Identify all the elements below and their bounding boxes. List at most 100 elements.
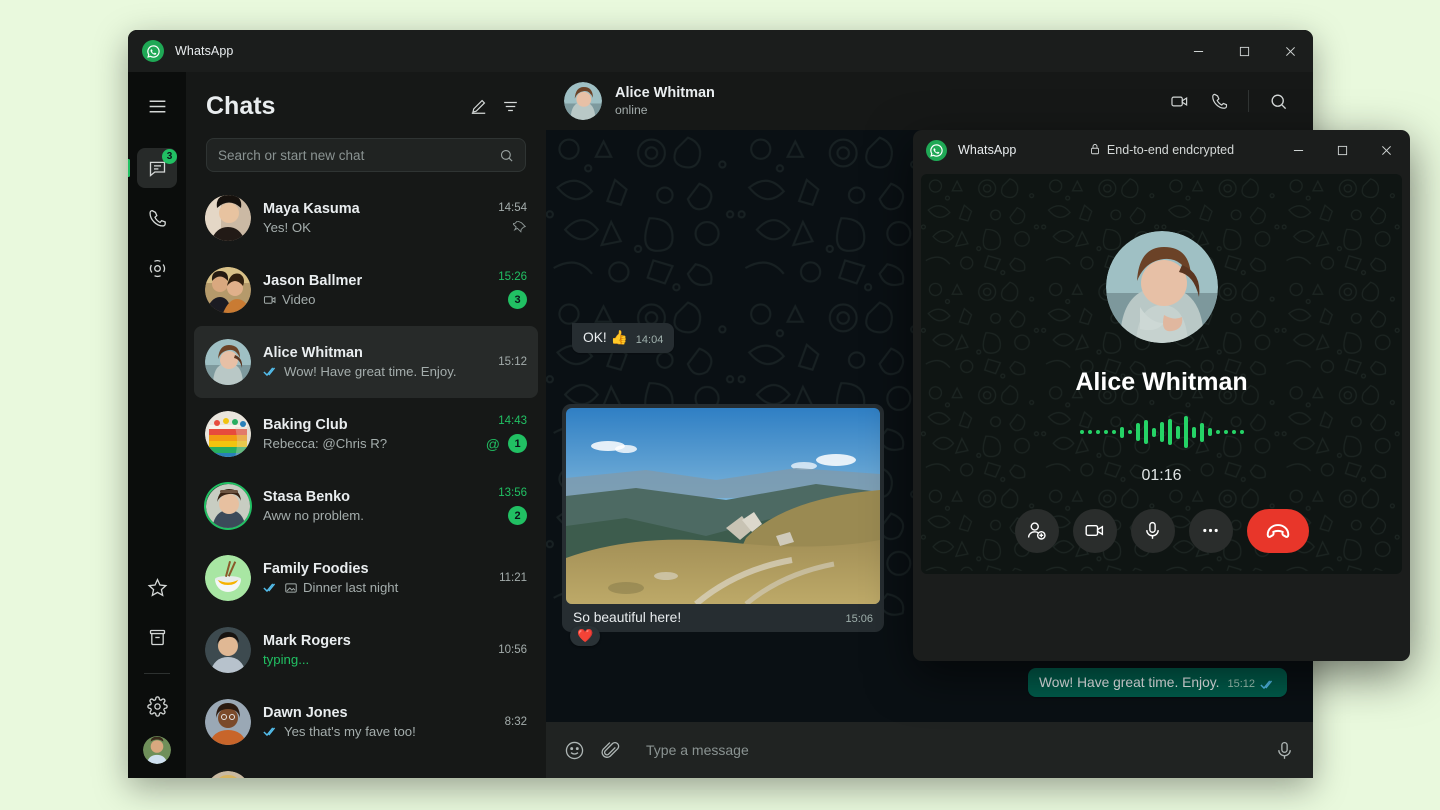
preview-text: Aww no problem. (263, 508, 364, 523)
message-time: 15:12 (1227, 678, 1255, 690)
call-maximize-button[interactable] (1320, 130, 1364, 170)
chat-time: 15:26 (498, 271, 527, 283)
rail-item-chats[interactable]: 3 (137, 148, 177, 188)
end-call-icon[interactable] (1247, 509, 1309, 553)
window-titlebar: WhatsApp (128, 30, 1313, 72)
chat-summary: Dawn Jones Yes that's my fave too! (263, 705, 493, 739)
waveform-bar (1232, 430, 1236, 434)
chat-flags: @ 1 (486, 434, 527, 453)
call-minimize-button[interactable] (1276, 130, 1320, 170)
photo-attachment[interactable] (566, 408, 880, 604)
mic-icon[interactable] (1131, 509, 1175, 553)
waveform-bar (1208, 428, 1212, 436)
chat-name: Alice Whitman (263, 345, 486, 361)
mic-icon[interactable] (1274, 740, 1295, 761)
chat-meta: 10:56 (498, 644, 527, 656)
chat-list-item-mark-rogers[interactable]: Mark Rogers typing... 10:56 (194, 614, 538, 686)
call-close-button[interactable] (1364, 130, 1408, 170)
contact-status: online (615, 103, 715, 117)
preview-text: typing... (263, 652, 309, 667)
navigation-rail: 3 (128, 72, 186, 778)
message-bubble-outgoing-last[interactable]: Wow! Have great time. Enjoy. 15:12 (1028, 668, 1287, 697)
chat-list-item-maya-kasuma[interactable]: Maya Kasuma Yes! OK 14:54 (194, 182, 538, 254)
preview-text: Video (282, 292, 316, 307)
waveform-bar (1152, 428, 1156, 437)
mention-icon: @ (486, 437, 500, 451)
rail-item-archived[interactable] (137, 617, 177, 657)
chat-list-item-alice-whitman[interactable]: Alice Whitman Wow! Have great time. Enjo… (194, 326, 538, 398)
waveform-bar (1240, 430, 1244, 434)
waveform-bar (1104, 430, 1108, 434)
new-chat-icon[interactable] (462, 90, 494, 122)
read-ticks-icon (263, 366, 279, 377)
chat-summary: Stasa Benko Aww no problem. (263, 489, 486, 523)
chats-unread-badge: 3 (162, 149, 177, 164)
menu-button[interactable] (137, 86, 177, 126)
maximize-button[interactable] (1221, 30, 1267, 72)
search-box[interactable] (206, 138, 526, 172)
preview-text: Dinner last night (303, 580, 398, 595)
waveform-bar (1192, 427, 1196, 438)
chat-list[interactable]: Maya Kasuma Yes! OK 14:54 (186, 182, 546, 778)
filter-icon[interactable] (494, 90, 526, 122)
waveform-bar (1112, 430, 1116, 434)
chat-summary: Jason Ballmer Video (263, 273, 486, 307)
pin-icon (513, 221, 527, 235)
video-icon[interactable] (1073, 509, 1117, 553)
close-button[interactable] (1267, 30, 1313, 72)
chat-time: 11:21 (499, 572, 527, 584)
unread-badge: 3 (508, 290, 527, 309)
search-input[interactable] (218, 148, 499, 163)
video-call-icon[interactable] (1162, 84, 1196, 118)
waveform-bar (1224, 430, 1228, 434)
chat-preview: Rebecca: @Chris R? (263, 436, 474, 451)
chat-preview: Yes that's my fave too! (263, 724, 493, 739)
whatsapp-logo-icon (142, 40, 164, 62)
message-bubble-ok[interactable]: OK! 👍 14:04 (572, 323, 674, 353)
chat-meta: 15:12 (498, 356, 527, 368)
chat-list-item-ziggy-woodley[interactable]: Ziggy Woodley 8:12 (194, 758, 538, 778)
search-icon (499, 148, 514, 163)
message-input[interactable] (636, 742, 1259, 758)
rail-item-calls[interactable] (137, 198, 177, 238)
encryption-label: End-to-end endcrypted (1107, 143, 1234, 157)
chat-name: Jason Ballmer (263, 273, 486, 289)
avatar (205, 627, 251, 673)
conversation-actions (1162, 84, 1295, 118)
contact-info: Alice Whitman online (615, 85, 715, 117)
contact-avatar[interactable] (564, 82, 602, 120)
call-window: WhatsApp End-to-end endcrypted (913, 130, 1410, 661)
chat-list-item-stasa-benko[interactable]: Stasa Benko Aww no problem. 13:56 2 (194, 470, 538, 542)
waveform-bar (1144, 420, 1148, 444)
header-divider (1248, 90, 1249, 112)
rail-item-settings[interactable] (137, 686, 177, 726)
voice-call-icon[interactable] (1202, 84, 1236, 118)
emoji-icon[interactable] (564, 740, 585, 761)
more-icon[interactable] (1189, 509, 1233, 553)
search-chat-icon[interactable] (1261, 84, 1295, 118)
waveform-bar (1176, 426, 1180, 439)
attach-icon[interactable] (600, 740, 621, 761)
whatsapp-logo-icon (926, 140, 947, 161)
chat-time: 8:32 (505, 716, 527, 728)
chat-time: 14:54 (498, 202, 527, 214)
rail-item-status[interactable] (137, 248, 177, 288)
message-bubble-photo[interactable]: So beautiful here! 15:06 ❤️ (562, 404, 884, 632)
minimize-button[interactable] (1175, 30, 1221, 72)
chat-meta: 13:56 2 (498, 487, 527, 525)
read-ticks-icon (263, 582, 279, 593)
chat-list-item-family-foodies[interactable]: Family Foodies Dinner last night (194, 542, 538, 614)
reaction-badge[interactable]: ❤️ (570, 626, 600, 646)
chat-list-item-dawn-jones[interactable]: Dawn Jones Yes that's my fave too! 8:32 (194, 686, 538, 758)
chat-list-header: Chats (186, 72, 546, 132)
call-contact-avatar (1106, 231, 1218, 343)
lock-icon (1089, 143, 1101, 158)
add-person-icon[interactable] (1015, 509, 1059, 553)
chat-list-item-jason-ballmer[interactable]: Jason Ballmer Video 15:26 3 (194, 254, 538, 326)
chat-summary: Maya Kasuma Yes! OK (263, 201, 486, 235)
rail-item-starred[interactable] (137, 567, 177, 607)
profile-avatar[interactable] (143, 736, 171, 764)
chat-list-item-baking-club[interactable]: Baking Club Rebecca: @Chris R? 14:43 @ 1 (194, 398, 538, 470)
message-time: 14:04 (636, 334, 664, 346)
preview-text: Yes that's my fave too! (284, 724, 416, 739)
